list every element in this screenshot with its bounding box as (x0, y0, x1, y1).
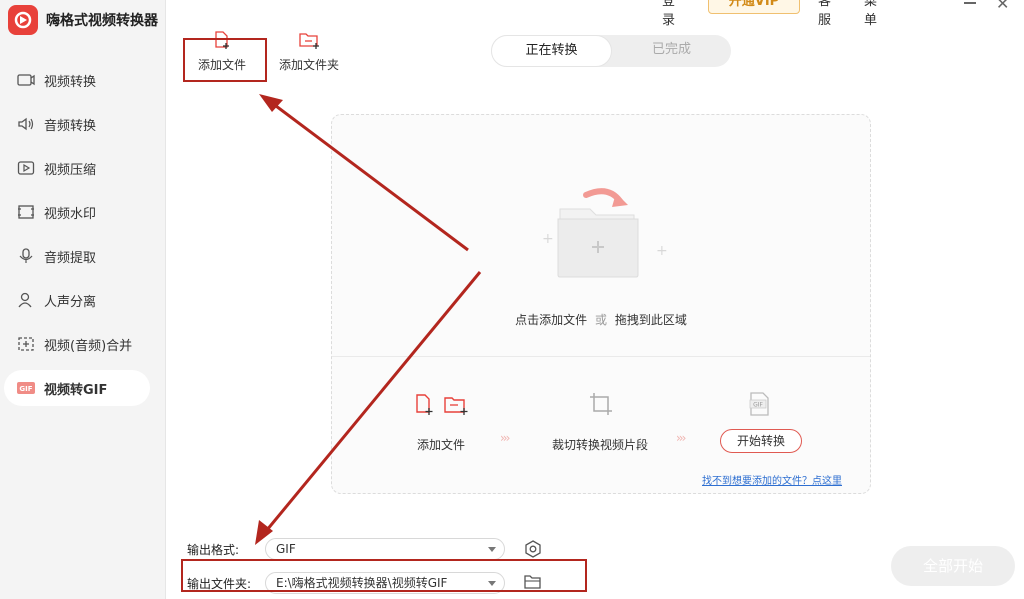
sidebar-item-label: 人声分离 (44, 294, 97, 310)
sidebar-item-video-convert[interactable]: 视频转换 (4, 62, 150, 98)
hint-click-text: 点击添加文件 (515, 313, 588, 327)
sidebar-item-label: 视频压缩 (44, 162, 97, 178)
start-convert-button[interactable]: 开始转换 (720, 429, 802, 453)
folder-add-illustration-icon: + + (542, 181, 672, 285)
app-logo-icon (8, 5, 38, 35)
sidebar-item-audio-extract[interactable]: 音频提取 (4, 238, 150, 274)
hint-drag-text: 拖拽到此区域 (614, 313, 687, 327)
video-watermark-icon (16, 202, 36, 222)
video-convert-icon (16, 70, 36, 90)
status-tabs: 正在转换 已完成 (491, 35, 731, 67)
gif-file-icon: GIF (746, 391, 772, 421)
output-format-value: GIF (276, 542, 296, 556)
step1-icons (414, 393, 470, 421)
sidebar-nav: 视频转换 音频转换 视频压缩 视频水印 音频提取 人声分离 视频(音频)合并 G… (4, 62, 150, 414)
audio-extract-icon (16, 246, 36, 266)
output-format-select[interactable]: GIF (265, 538, 505, 560)
step-add-folder-icon (444, 397, 468, 415)
svg-text:+: + (656, 243, 668, 259)
sidebar-item-video-compress[interactable]: 视频压缩 (4, 150, 150, 186)
svg-text:GIF: GIF (753, 402, 763, 409)
login-link[interactable]: 登录 (662, 0, 675, 28)
merge-icon (16, 334, 36, 354)
sidebar-item-audio-convert[interactable]: 音频转换 (4, 106, 150, 142)
find-file-link[interactable]: 找不到想要添加的文件？点这里 (702, 472, 842, 487)
sidebar-item-label: 视频转GIF (44, 382, 108, 398)
sidebar-item-label: 视频转换 (44, 74, 97, 90)
tab-converting[interactable]: 正在转换 (491, 35, 612, 67)
add-folder-icon (299, 33, 319, 49)
vip-button[interactable]: 开通VIP (708, 0, 800, 14)
menu-link[interactable]: 菜单 (864, 0, 877, 28)
sidebar-item-merge[interactable]: 视频(音频)合并 (4, 326, 150, 362)
brand: 嗨格式视频转换器 (8, 4, 158, 36)
close-icon[interactable]: ✕ (996, 0, 1009, 13)
sidebar-item-label: 音频转换 (44, 118, 97, 134)
step-add-file-icon (416, 394, 433, 415)
sidebar-item-video-to-gif[interactable]: GIF 视频转GIF (4, 370, 150, 406)
minimize-icon[interactable] (964, 2, 976, 4)
drop-zone-divider (332, 356, 870, 357)
step-arrow-icon: ››› (500, 431, 511, 445)
video-compress-icon (16, 158, 36, 178)
app-title: 嗨格式视频转换器 (46, 13, 158, 29)
hint-or-text: 或 (594, 313, 607, 327)
highlight-box-add-file (183, 38, 267, 82)
sidebar-item-voice-separate[interactable]: 人声分离 (4, 282, 150, 318)
step1-label: 添加文件 (417, 438, 466, 452)
highlight-box-output-folder (181, 559, 587, 592)
audio-convert-icon (16, 114, 36, 134)
svg-text:GIF: GIF (19, 385, 32, 393)
add-folder-button[interactable]: 添加文件夹 (279, 30, 339, 73)
step2-label: 裁切转换视频片段 (552, 438, 649, 452)
start-all-button[interactable]: 全部开始 (891, 546, 1015, 586)
tab-completed[interactable]: 已完成 (612, 35, 731, 67)
sidebar-item-video-watermark[interactable]: 视频水印 (4, 194, 150, 230)
voice-separate-icon (16, 290, 36, 310)
drop-zone[interactable]: + + 点击添加文件 或 拖拽到此区域 添加文件 ››› 裁切转换视频片段 ››… (331, 114, 871, 494)
drop-zone-hint: 点击添加文件 或 拖拽到此区域 (332, 311, 870, 328)
service-link[interactable]: 客服 (818, 0, 831, 28)
crop-icon (588, 391, 614, 421)
output-format-label: 输出格式: (187, 543, 240, 557)
sidebar-item-label: 音频提取 (44, 250, 97, 266)
sidebar-item-label: 视频(音频)合并 (44, 338, 133, 354)
step-arrow-icon: ››› (676, 431, 687, 445)
gif-icon: GIF (16, 378, 36, 398)
chevron-down-icon (488, 547, 496, 552)
add-folder-label: 添加文件夹 (279, 58, 340, 72)
svg-text:+: + (542, 231, 554, 247)
sidebar-item-label: 视频水印 (44, 206, 97, 222)
sidebar: 嗨格式视频转换器 视频转换 音频转换 视频压缩 视频水印 音频提取 人声分离 视… (0, 0, 166, 599)
